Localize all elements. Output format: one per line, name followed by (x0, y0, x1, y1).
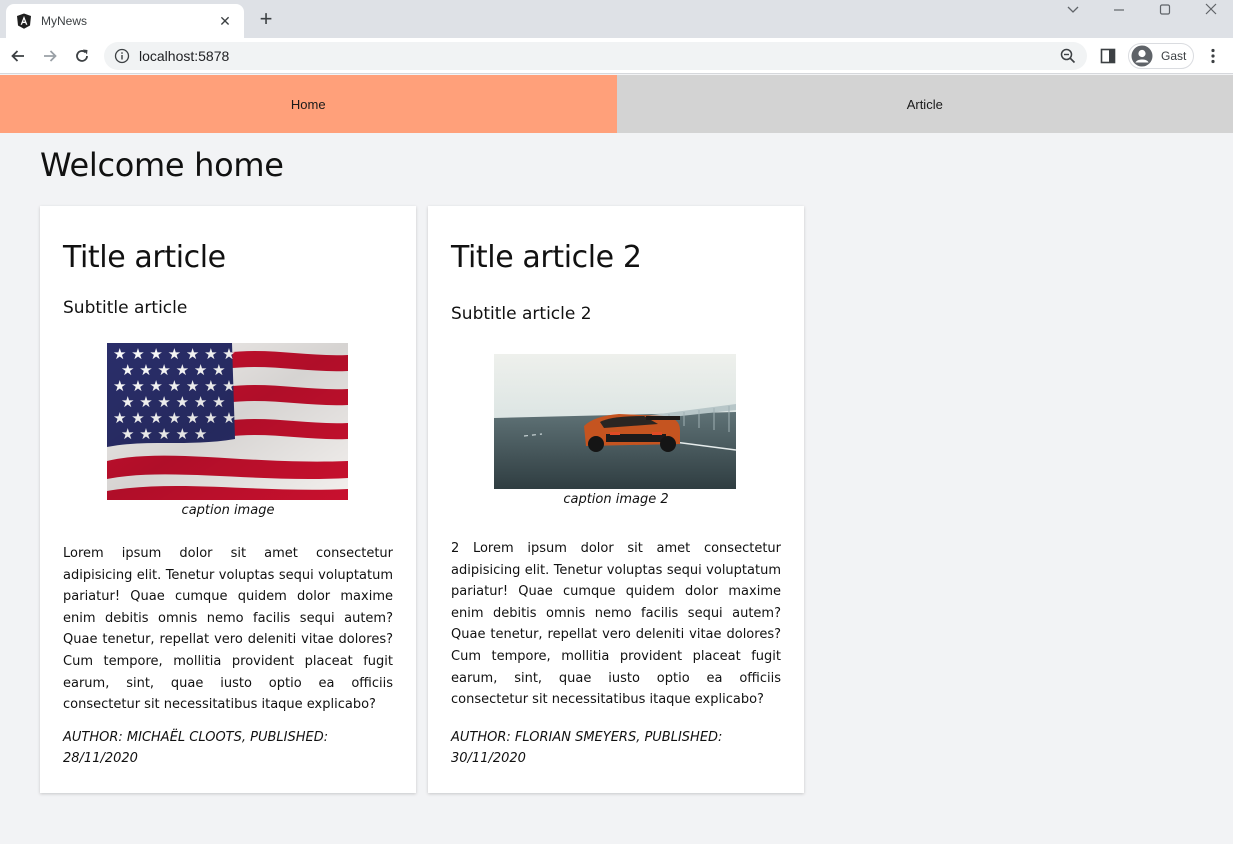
article-meta: Author: Michaël Cloots, published: 28/11… (63, 730, 329, 766)
browser-menu-icon[interactable] (1204, 46, 1222, 66)
sports-car-image (494, 354, 737, 494)
article-meta: Author: Florian Smeyers, published: 30/1… (451, 730, 723, 766)
address-bar[interactable]: localhost:5878 (104, 42, 1087, 70)
article-card: Title article Subtitle article ★ ★ ★ ★ ★… (40, 206, 416, 793)
close-window-icon[interactable] (1201, 2, 1221, 20)
angular-logo-icon (16, 13, 32, 29)
article-subtitle: Subtitle article 2 (451, 304, 592, 324)
tab-search-chevron-icon[interactable] (1063, 2, 1083, 20)
forward-arrow-icon[interactable] (36, 42, 64, 70)
zoom-icon[interactable] (1059, 47, 1077, 65)
article-subtitle: Subtitle article (63, 298, 188, 318)
browser-tabstrip: MyNews ✕ + (0, 0, 1233, 38)
profile-name: Gast (1161, 49, 1187, 63)
browser-toolbar: localhost:5878 Gast (0, 38, 1233, 74)
nav-home-link[interactable]: Home (0, 75, 617, 133)
image-caption: caption image (181, 503, 275, 518)
back-arrow-icon[interactable] (4, 42, 32, 70)
nav-article-link[interactable]: Article (616, 75, 1233, 133)
reload-icon[interactable] (68, 42, 96, 70)
image-caption: caption image 2 (563, 492, 669, 507)
page-title: Welcome home (40, 146, 284, 184)
side-panel-icon[interactable] (1098, 46, 1118, 66)
article-body: 2 Lorem ipsum dolor sit amet consectetur… (451, 541, 781, 708)
article-title: Title article (63, 240, 226, 275)
maximize-icon[interactable] (1155, 2, 1175, 20)
article-body: Lorem ipsum dolor sit amet consectetur a… (63, 546, 393, 713)
article-card: Title article 2 Subtitle article 2 capti… (428, 206, 804, 793)
minimize-icon[interactable] (1109, 2, 1129, 20)
article-title: Title article 2 (451, 240, 642, 275)
tab-title: MyNews (41, 14, 88, 28)
profile-button[interactable]: Gast (1128, 43, 1194, 69)
browser-tab[interactable]: MyNews ✕ (6, 4, 244, 38)
close-tab-icon[interactable]: ✕ (216, 13, 234, 30)
avatar-icon (1131, 45, 1153, 67)
url-text: localhost:5878 (139, 48, 230, 64)
new-tab-icon[interactable]: + (254, 8, 278, 32)
us-flag-image: ★ ★ ★ ★ ★ ★ ★ ★ ★ ★ ★ ★ ★ ★ ★ ★ ★ ★ ★ ★ … (107, 343, 348, 505)
app-navigation: Home Article (0, 75, 1233, 133)
site-info-icon[interactable] (114, 48, 130, 64)
